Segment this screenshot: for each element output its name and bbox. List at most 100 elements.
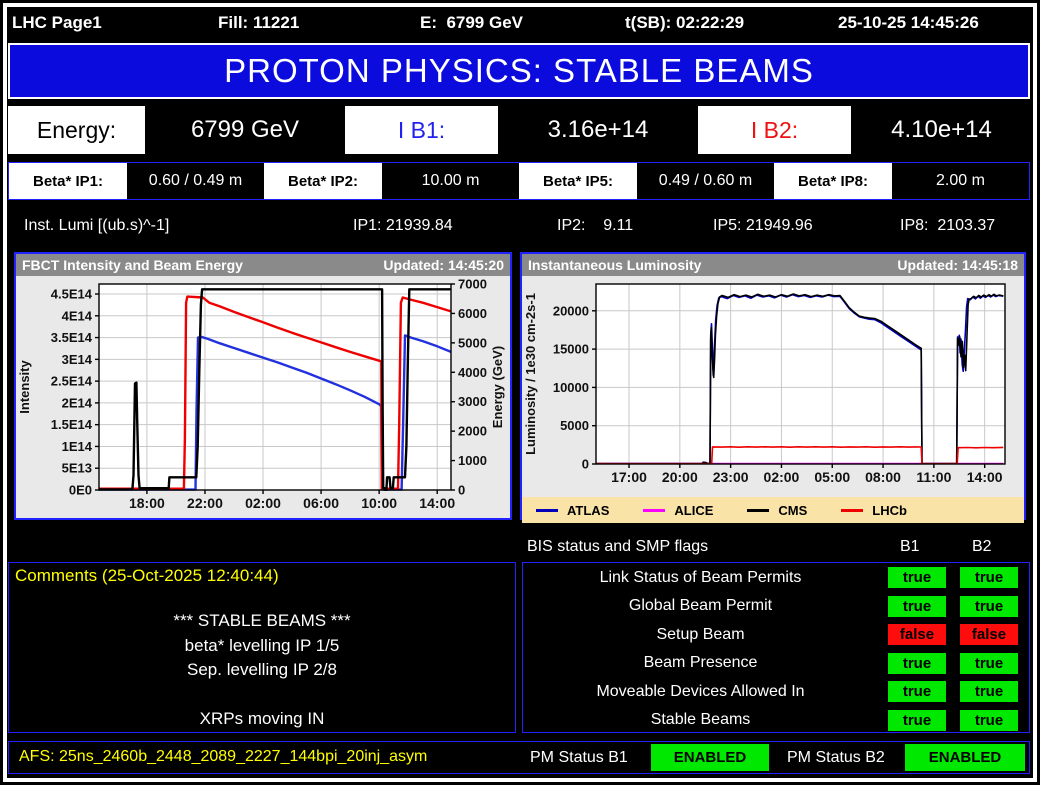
svg-text:15000: 15000 <box>553 342 589 357</box>
beta-ip5-label: Beta* IP5: <box>519 163 637 199</box>
page-frame: LHC Page1 Fill: 11221 E: 6799 GeV t(SB):… <box>3 3 1037 782</box>
beta-ip1-value: 0.60 / 0.49 m <box>127 163 264 199</box>
comment-line <box>9 683 515 708</box>
energy-value: 6799 GeV <box>145 106 345 154</box>
svg-text:Energy (GeV): Energy (GeV) <box>490 346 505 428</box>
beta-ip8-value: 2.00 m <box>892 163 1029 199</box>
legend-swatch <box>747 508 770 512</box>
svg-text:2E14: 2E14 <box>62 395 93 410</box>
lumi-chart-legend: ATLAS ALICE CMS LHCb <box>522 497 1024 523</box>
svg-text:02:00: 02:00 <box>245 495 281 511</box>
app-title: LHC Page1 <box>12 13 102 32</box>
lumi-chart-updated: Updated: 14:45:18 <box>897 257 1018 273</box>
svg-text:Luminosity / 1e30 cm-2s-1: Luminosity / 1e30 cm-2s-1 <box>523 293 538 455</box>
svg-text:1.5E14: 1.5E14 <box>51 417 93 432</box>
comments-box: Comments (25-Oct-2025 12:40:44) *** STAB… <box>8 562 516 733</box>
svg-text:17:00: 17:00 <box>611 469 647 485</box>
intensity-b1-label: I B1: <box>345 106 498 154</box>
intensity-b2-label: I B2: <box>698 106 851 154</box>
lumi-chart-header: Instantaneous Luminosity Updated: 14:45:… <box>522 254 1024 276</box>
inst-lumi-ip2: IP2: 9.11 <box>557 217 634 234</box>
inst-lumi-ip8: IP8: 2103.37 <box>900 217 996 234</box>
comment-line: beta* levelling IP 1/5 <box>184 635 340 655</box>
status-badge: true <box>960 567 1018 588</box>
fbct-chart-title: FBCT Intensity and Beam Energy <box>22 257 243 273</box>
time-in-stable-beams: t(SB): 02:22:29 <box>625 13 745 32</box>
datetime: 25-10-25 14:45:26 <box>838 13 979 32</box>
svg-text:2000: 2000 <box>458 424 487 439</box>
comment-line: *** STABLE BEAMS *** <box>173 611 351 630</box>
status-badge: true <box>888 681 946 702</box>
status-badge: true <box>888 709 946 731</box>
bottom-status-bar: AFS: 25ns_2460b_2448_2089_2227_144bpi_20… <box>8 741 1030 774</box>
afs-scheme: AFS: 25ns_2460b_2448_2089_2227_144bpi_20… <box>19 748 428 765</box>
pm-status-b2-value: ENABLED <box>905 744 1025 771</box>
svg-text:7000: 7000 <box>458 277 487 292</box>
bis-col-b2: B2 <box>972 538 992 555</box>
svg-text:20:00: 20:00 <box>662 469 698 485</box>
svg-text:05:00: 05:00 <box>814 469 850 485</box>
legend-item-atlas: ATLAS <box>536 503 609 518</box>
status-badge: false <box>960 624 1018 645</box>
legend-item-lhcb: LHCb <box>841 503 907 518</box>
svg-text:0: 0 <box>458 483 465 498</box>
svg-text:11:00: 11:00 <box>916 469 951 485</box>
svg-text:4E14: 4E14 <box>62 308 93 323</box>
beta-ip8-label: Beta* IP8: <box>774 163 892 199</box>
bis-row-moveable-devices: Moveable Devices Allowed In true true <box>523 678 1029 706</box>
svg-text:10:00: 10:00 <box>361 495 397 511</box>
bis-title: BIS status and SMP flags <box>527 538 709 555</box>
svg-text:3E14: 3E14 <box>62 352 93 367</box>
intensity-b2-value: 4.10e+14 <box>851 106 1032 154</box>
energy-label: Energy: <box>8 106 145 154</box>
status-badge: true <box>960 709 1018 731</box>
svg-text:0: 0 <box>582 457 589 472</box>
svg-text:23:00: 23:00 <box>713 469 749 485</box>
bis-row-global-permit: Global Beam Permit true true <box>523 592 1029 620</box>
svg-text:02:00: 02:00 <box>764 469 800 485</box>
page-mode-title: PROTON PHYSICS: STABLE BEAMS <box>224 52 814 89</box>
comments-body: *** STABLE BEAMS *** beta* levelling IP … <box>9 609 515 732</box>
bis-row-stable-beams: Stable Beams true true <box>523 706 1029 734</box>
status-badge: true <box>960 652 1018 674</box>
status-badge: false <box>888 624 946 645</box>
lumi-chart-panel: Instantaneous Luminosity Updated: 14:45:… <box>520 252 1026 523</box>
status-badge: true <box>888 652 946 674</box>
bis-status-box: Link Status of Beam Permits true true Gl… <box>522 562 1030 733</box>
status-badge: true <box>888 567 946 588</box>
legend-item-cms: CMS <box>747 503 807 518</box>
svg-text:Intensity: Intensity <box>17 360 32 414</box>
status-badge: true <box>960 681 1018 702</box>
beam-energy: E: 6799 GeV <box>420 13 524 32</box>
legend-swatch <box>643 508 666 512</box>
energy-intensity-row: Energy: 6799 GeV I B1: 3.16e+14 I B2: 4.… <box>8 106 1032 154</box>
svg-text:06:00: 06:00 <box>303 495 339 511</box>
svg-text:3000: 3000 <box>458 394 487 409</box>
status-badge: true <box>960 595 1018 617</box>
intensity-b1-value: 3.16e+14 <box>498 106 698 154</box>
svg-text:1000: 1000 <box>458 453 487 468</box>
comments-title: Comments (25-Oct-2025 12:40:44) <box>15 566 279 585</box>
comment-line: Sep. levelling IP 2/8 <box>187 660 337 679</box>
svg-text:4.5E14: 4.5E14 <box>51 287 93 302</box>
fill-number: Fill: 11221 <box>218 13 300 32</box>
svg-text:14:00: 14:00 <box>967 469 1003 485</box>
svg-text:5E13: 5E13 <box>62 461 92 476</box>
comment-line: XRPs moving IN <box>199 709 325 728</box>
pm-status-b1-value: ENABLED <box>651 744 769 771</box>
beta-ip5-value: 0.49 / 0.60 m <box>637 163 774 199</box>
svg-text:5000: 5000 <box>560 418 589 433</box>
fbct-chart-updated: Updated: 14:45:20 <box>383 257 504 273</box>
svg-text:6000: 6000 <box>458 306 487 321</box>
fbct-chart-header: FBCT Intensity and Beam Energy Updated: … <box>16 254 510 276</box>
inst-lumi-row: Inst. Lumi [(ub.s)^-1] IP1: 21939.84 IP2… <box>7 205 1033 250</box>
lumi-chart-title: Instantaneous Luminosity <box>528 257 702 273</box>
inst-lumi-ip5: IP5: 21949.96 <box>713 217 813 234</box>
svg-text:22:00: 22:00 <box>187 495 223 511</box>
legend-item-alice: ALICE <box>643 503 713 518</box>
lumi-chart-svg: 17:00 20:00 23:00 02:00 05:00 08:00 11:00 14:00… <box>523 283 1006 485</box>
svg-text:5000: 5000 <box>458 335 487 350</box>
bis-row-setup-beam: Setup Beam false false <box>523 621 1029 649</box>
pm-status-b2-label: PM Status B2 <box>787 749 885 766</box>
fbct-chart-panel: FBCT Intensity and Beam Energy Updated: … <box>14 252 512 520</box>
